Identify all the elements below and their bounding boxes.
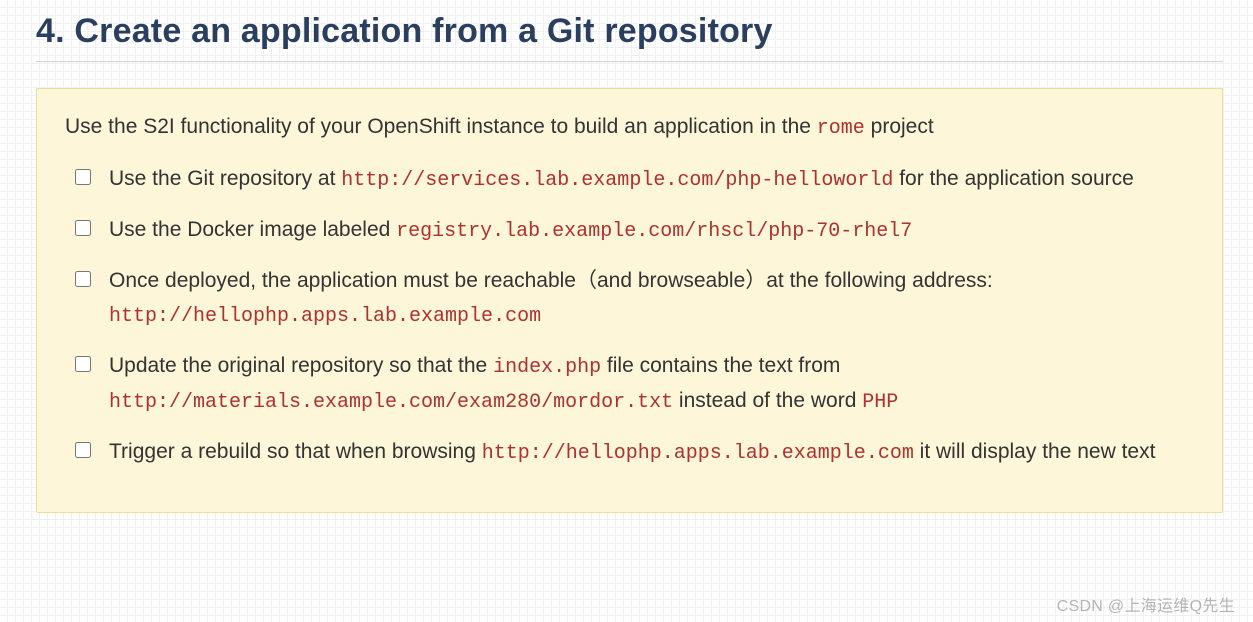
task-text: Update the original repository so that t… — [109, 354, 898, 412]
task-item: Once deployed, the application must be r… — [75, 264, 1194, 333]
task-item: Use the Docker image labeled registry.la… — [75, 213, 1194, 248]
intro-code: rome — [817, 117, 865, 140]
task-item: Use the Git repository at http://service… — [75, 162, 1194, 197]
task-checkbox[interactable] — [75, 220, 91, 236]
task-text: Use the Docker image labeled registry.la… — [109, 218, 912, 241]
inline-code: http://hellophp.apps.lab.example.com — [109, 305, 541, 328]
task-text: Use the Git repository at http://service… — [109, 167, 1134, 190]
task-checkbox[interactable] — [75, 356, 91, 372]
task-text: Once deployed, the application must be r… — [109, 269, 993, 326]
inline-code: registry.lab.example.com/rhscl/php-70-rh… — [396, 220, 912, 243]
instruction-panel: Use the S2I functionality of your OpenSh… — [36, 88, 1223, 513]
task-list: Use the Git repository at http://service… — [65, 162, 1194, 470]
intro-paragraph: Use the S2I functionality of your OpenSh… — [65, 111, 1194, 144]
watermark: CSDN @上海运维Q先生 — [1057, 592, 1235, 616]
task-item: Update the original repository so that t… — [75, 349, 1194, 419]
inline-code: index.php — [493, 356, 601, 379]
inline-code: http://hellophp.apps.lab.example.com — [482, 442, 914, 465]
inline-code: http://services.lab.example.com/php-hell… — [341, 169, 893, 192]
intro-post: project — [871, 115, 934, 138]
task-text: Trigger a rebuild so that when browsing … — [109, 440, 1155, 463]
inline-code: http://materials.example.com/exam280/mor… — [109, 391, 673, 414]
task-checkbox[interactable] — [75, 169, 91, 185]
section-heading: 4. Create an application from a Git repo… — [36, 0, 1223, 62]
task-checkbox[interactable] — [75, 442, 91, 458]
task-checkbox[interactable] — [75, 271, 91, 287]
inline-code: PHP — [862, 391, 898, 414]
intro-pre: Use the S2I functionality of your OpenSh… — [65, 115, 817, 138]
task-item: Trigger a rebuild so that when browsing … — [75, 435, 1194, 470]
